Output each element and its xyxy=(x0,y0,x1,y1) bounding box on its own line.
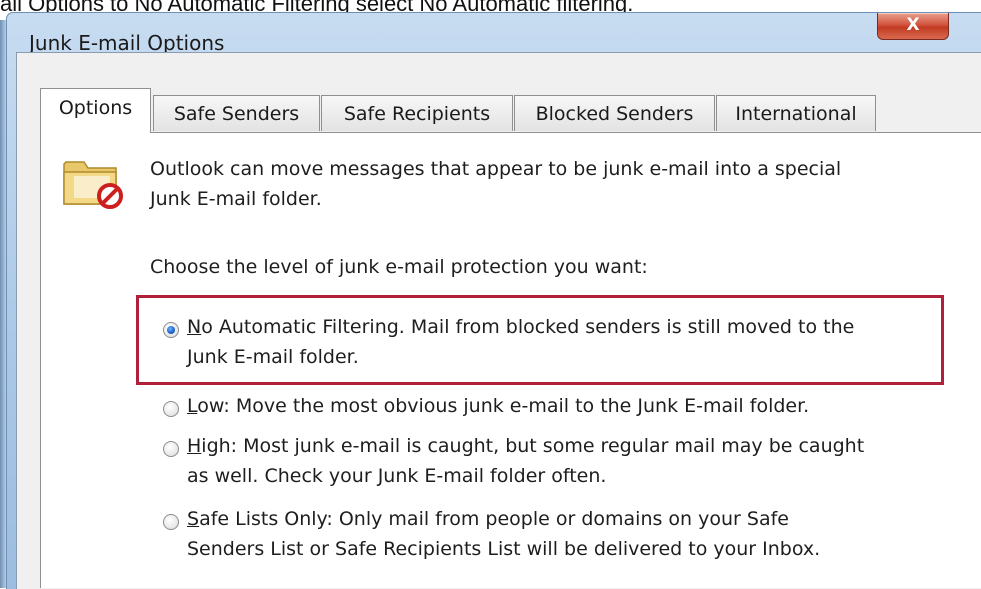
option-low-label[interactable]: Low: Move the most obvious junk e-mail t… xyxy=(187,395,809,417)
junk-folder-icon xyxy=(63,161,123,209)
protection-level-prompt: Choose the level of junk e-mail protecti… xyxy=(150,256,648,278)
tab-safe-senders[interactable]: Safe Senders xyxy=(153,95,320,131)
intro-line-1: Outlook can move messages that appear to… xyxy=(150,158,842,180)
tab-international[interactable]: International xyxy=(716,95,876,131)
tab-blocked-senders[interactable]: Blocked Senders xyxy=(514,95,715,131)
radio-low[interactable] xyxy=(163,401,179,417)
radio-high[interactable] xyxy=(163,441,179,457)
intro-line-2: Junk E-mail folder. xyxy=(150,188,322,210)
option-high-label[interactable]: High: Most junk e-mail is caught, but so… xyxy=(187,435,864,457)
option-safe-lists-only-label[interactable]: Safe Lists Only: Only mail from people o… xyxy=(187,508,789,530)
option-high-line-2: as well. Check your Junk E-mail folder o… xyxy=(187,465,607,487)
selection-highlight-box xyxy=(136,295,944,385)
close-button[interactable]: X xyxy=(877,13,949,40)
radio-safe-lists-only[interactable] xyxy=(163,514,179,530)
tab-safe-recipients[interactable]: Safe Recipients xyxy=(321,95,513,131)
option-safe-lists-only-line-2: Senders List or Safe Recipients List wil… xyxy=(187,538,821,560)
tab-options[interactable]: Options xyxy=(40,88,151,133)
